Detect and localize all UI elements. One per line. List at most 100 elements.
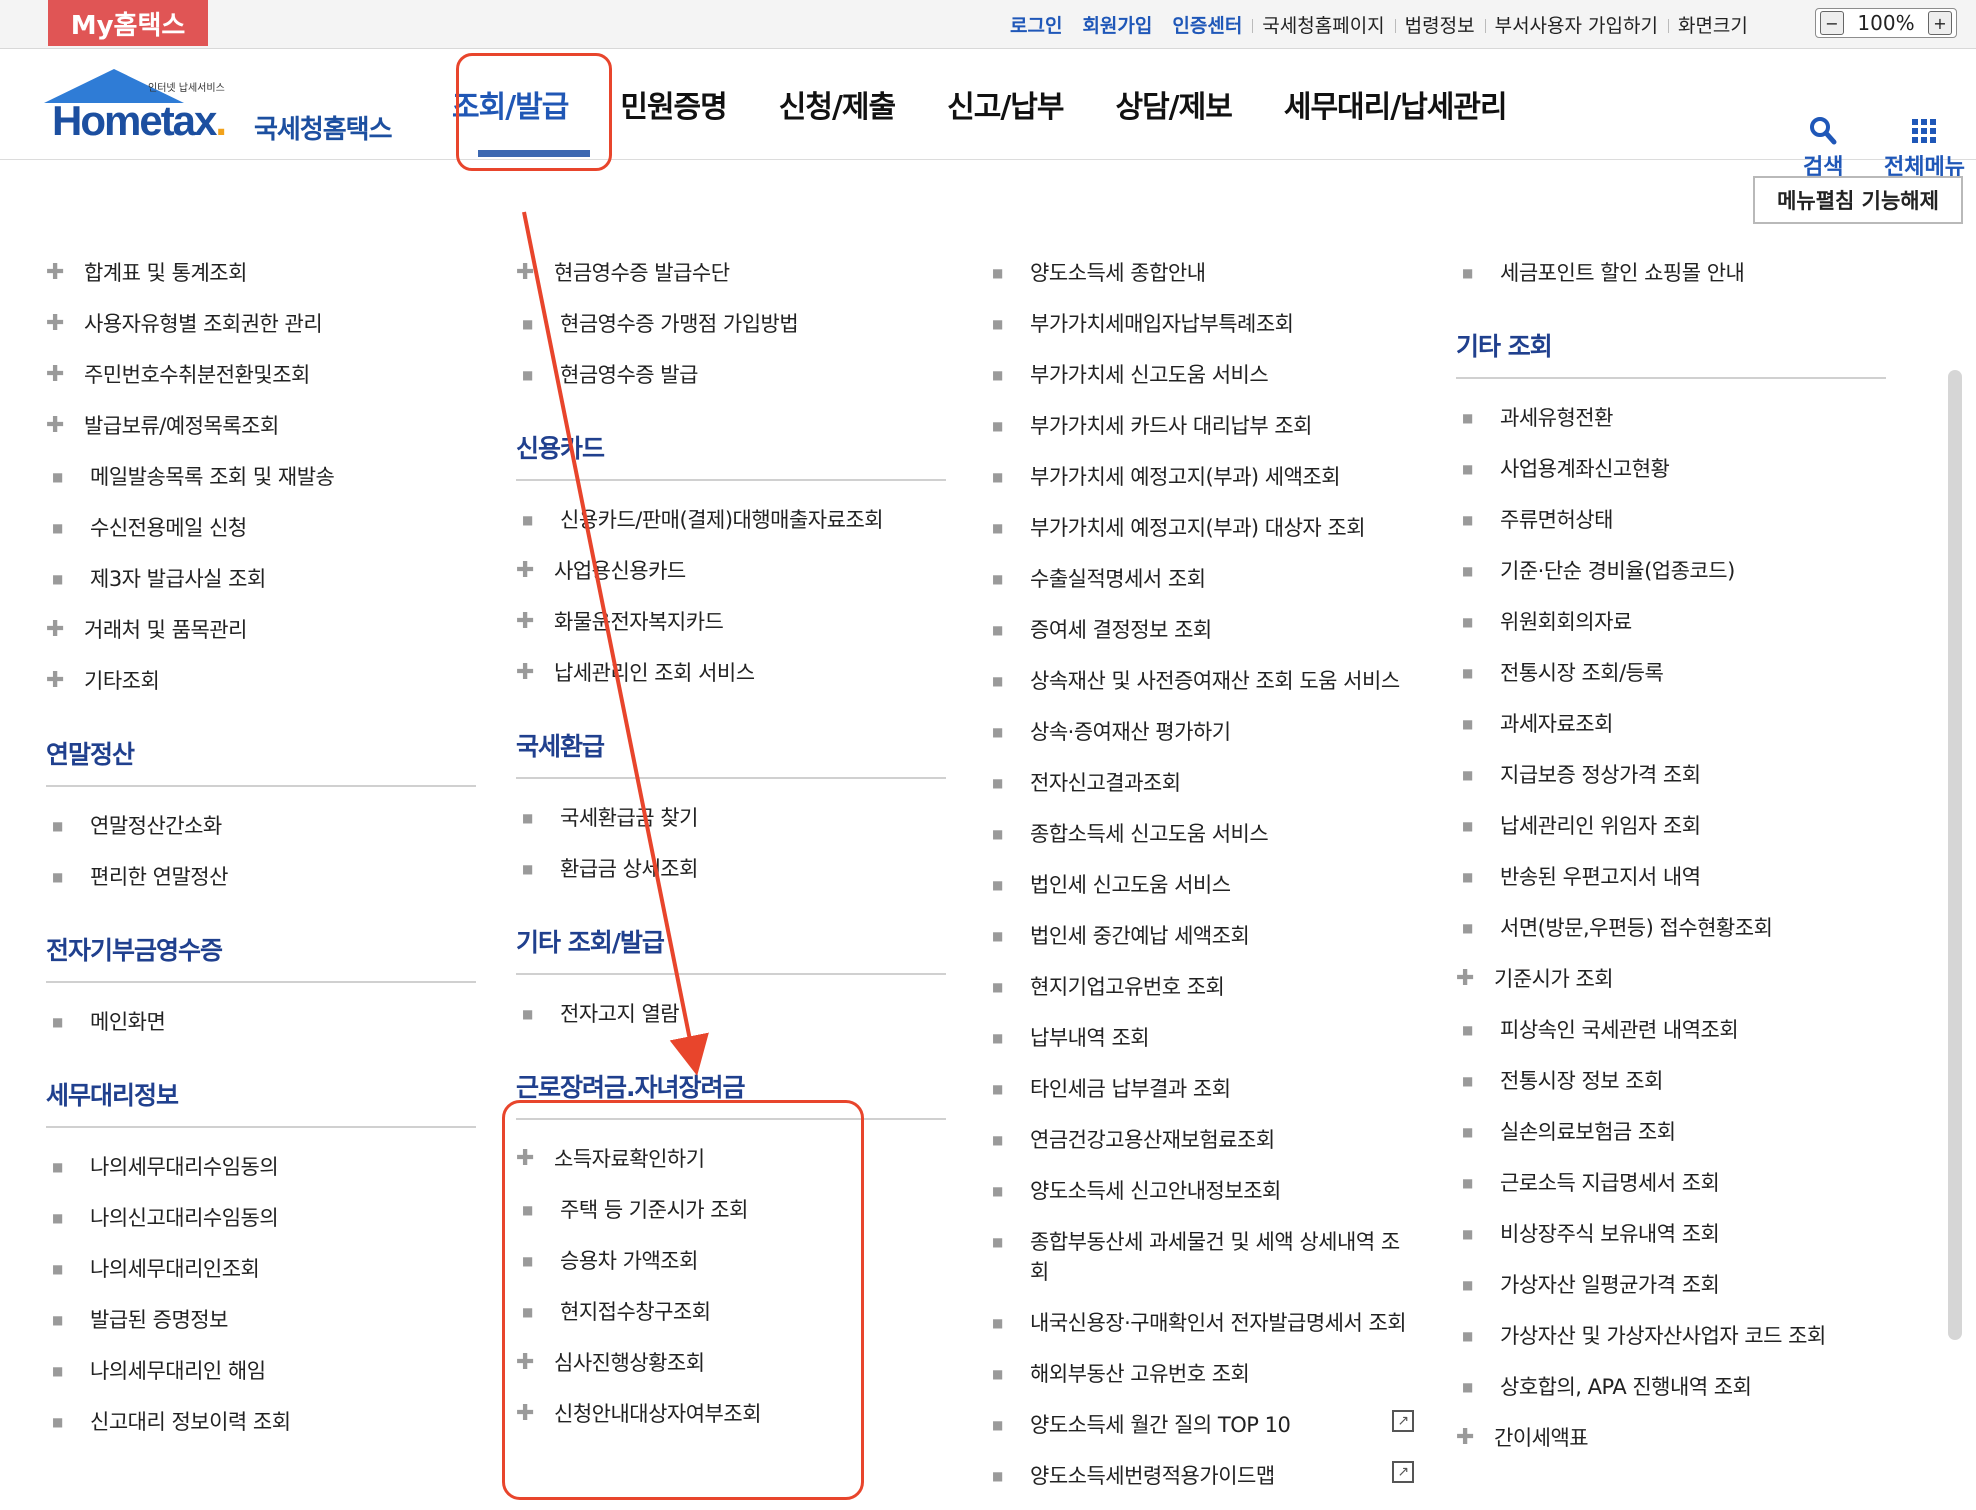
menu-item[interactable]: ■ 종합부동산세 과세물건 및 세액 상세내역 조회 <box>984 1227 1414 1287</box>
menu-item[interactable]: ■ 법인세 중간예납 세액조회 <box>984 921 1414 951</box>
menu-item[interactable]: ■ 부가가치세매입자납부특례조회 <box>984 309 1414 339</box>
top-link[interactable]: 회원가입 <box>1072 11 1162 38</box>
menu-item[interactable]: ✚ 기준시가 조회 <box>1454 964 1884 994</box>
menu-item[interactable]: ✚ 사업용신용카드 <box>514 556 944 586</box>
menu-item[interactable]: ■ 수신전용메일 신청 <box>44 513 474 543</box>
menu-item[interactable]: ■ 발급된 증명정보 <box>44 1305 474 1335</box>
menu-item[interactable]: ■ 상호합의, APA 진행내역 조회 <box>1454 1372 1884 1402</box>
menu-item[interactable]: ■ 현금영수증 발급 <box>514 360 944 390</box>
menu-item[interactable]: ■ 현금영수증 가맹점 가입방법 <box>514 309 944 339</box>
menu-item[interactable]: ■ 부가가치세 카드사 대리납부 조회 <box>984 411 1414 441</box>
menu-item[interactable]: ■ 나의세무대리인조회 <box>44 1254 474 1284</box>
menu-item[interactable]: ■ 실손의료보험금 조회 <box>1454 1117 1884 1147</box>
menu-item[interactable]: ✚ 간이세액표 <box>1454 1423 1884 1453</box>
nav-menu-item[interactable]: 민원증명 <box>620 82 727 126</box>
menu-item[interactable]: ✚ 화물운전자복지카드 <box>514 607 944 637</box>
top-link[interactable]: 법령정보 <box>1394 11 1485 38</box>
top-link[interactable]: 로그인 <box>1000 11 1072 38</box>
menu-item[interactable]: ■ 타인세금 납부결과 조회 <box>984 1074 1414 1104</box>
menu-item[interactable]: ■ 세금포인트 할인 쇼핑몰 안내 <box>1454 258 1884 288</box>
nav-menu-item[interactable]: 신청/제출 <box>779 82 896 126</box>
external-link-icon[interactable]: ↗ <box>1392 1461 1414 1483</box>
menu-item[interactable]: ✚ 사용자유형별 조회권한 관리 <box>44 309 474 339</box>
menu-item[interactable]: ■ 주류면허상태 <box>1454 505 1884 535</box>
menu-item[interactable]: ■ 위원회회의자료 <box>1454 607 1884 637</box>
menu-item[interactable]: ■ 연금건강고용산재보험료조회 <box>984 1125 1414 1155</box>
menu-item[interactable]: ■ 가상자산 일평균가격 조회 <box>1454 1270 1884 1300</box>
menu-item[interactable]: ■ 납세관리인 위임자 조회 <box>1454 811 1884 841</box>
menu-item[interactable]: ■ 기준·단순 경비율(업종코드) <box>1454 556 1884 586</box>
menu-item[interactable]: ■ 신용카드/판매(결제)대행매출자료조회 <box>514 505 944 535</box>
menu-item[interactable]: ■ 내국신용장·구매확인서 전자발급명세서 조회 <box>984 1308 1414 1338</box>
menu-item[interactable]: ■ 상속·증여재산 평가하기 <box>984 717 1414 747</box>
menu-item[interactable]: ■ 나의세무대리인 해임 <box>44 1356 474 1386</box>
menu-item[interactable]: ✚ 주민번호수취분전환및조회 <box>44 360 474 390</box>
zoom-in-button[interactable]: + <box>1928 11 1952 35</box>
menu-item[interactable]: ■ 나의신고대리수임동의 <box>44 1203 474 1233</box>
expand-plus-icon: ✚ <box>516 609 534 634</box>
menu-item[interactable]: ■ 편리한 연말정산 <box>44 862 474 892</box>
menu-item[interactable]: ■ 해외부동산 고유번호 조회 <box>984 1359 1414 1389</box>
menu-item[interactable]: ■ 피상속인 국세관련 내역조회 <box>1454 1015 1884 1045</box>
menu-item[interactable]: ✚ 거래처 및 품목관리 <box>44 615 474 645</box>
menu-item[interactable]: ■ 양도소득세 종합안내 <box>984 258 1414 288</box>
bullet-icon: ■ <box>1462 411 1473 425</box>
menu-item[interactable]: ■ 현지기업고유번호 조회 <box>984 972 1414 1002</box>
menu-item[interactable]: ✚ 납세관리인 조회 서비스 <box>514 658 944 688</box>
menu-item[interactable]: ■ 제3자 발급사실 조회 <box>44 564 474 594</box>
menu-item[interactable]: ✚ 합계표 및 통계조회 <box>44 258 474 288</box>
menu-item[interactable]: ■ 전통시장 정보 조회 <box>1454 1066 1884 1096</box>
top-link[interactable]: 부서사용자 가입하기 <box>1484 11 1668 38</box>
menu-item[interactable]: ■ 근로소득 지급명세서 조회 <box>1454 1168 1884 1198</box>
menu-item[interactable]: ■ 사업용계좌신고현황 <box>1454 454 1884 484</box>
nav-menu-item[interactable]: 상담/제보 <box>1115 82 1232 126</box>
menu-item[interactable]: ■ 반송된 우편고지서 내역 <box>1454 862 1884 892</box>
top-link[interactable]: 인증센터 <box>1162 11 1252 38</box>
hometax-logo[interactable]: 인터넷 납세서비스 Hometax. 국세청홈택스 <box>44 69 424 149</box>
external-link-icon[interactable]: ↗ <box>1392 1410 1414 1432</box>
all-menu-button[interactable]: 전체메뉴 <box>1884 113 1965 181</box>
menu-item[interactable]: ■ 증여세 결정정보 조회 <box>984 615 1414 645</box>
nav-menu-item[interactable]: 신고/납부 <box>947 82 1064 126</box>
menu-item[interactable]: ■ 양도소득세번령적용가이드맵 ↗ <box>984 1461 1414 1491</box>
menu-item[interactable]: ✚ 기타조회 <box>44 666 474 696</box>
zoom-out-button[interactable]: − <box>1820 11 1844 35</box>
menu-item[interactable]: ■ 서면(방문,우편등) 접수현황조회 <box>1454 913 1884 943</box>
my-hometax-button[interactable]: My홈택스 <box>48 0 208 46</box>
menu-item[interactable]: ■ 가상자산 및 가상자산사업자 코드 조회 <box>1454 1321 1884 1351</box>
menu-item[interactable]: ■ 수출실적명세서 조회 <box>984 564 1414 594</box>
menu-item[interactable]: ■ 전통시장 조회/등록 <box>1454 658 1884 688</box>
search-button[interactable]: 검색 <box>1803 113 1843 181</box>
menu-item[interactable]: ■ 연말정산간소화 <box>44 811 474 841</box>
menu-item[interactable]: ■ 법인세 신고도움 서비스 <box>984 870 1414 900</box>
top-link[interactable]: 국세청홈페이지 <box>1252 11 1394 38</box>
menu-item[interactable]: ■ 부가가치세 예정고지(부과) 대상자 조회 <box>984 513 1414 543</box>
menu-item[interactable]: ■ 양도소득세 신고안내정보조회 <box>984 1176 1414 1206</box>
menu-item[interactable]: ✚ 발급보류/예정목록조회 <box>44 411 474 441</box>
menu-item-label: 부가가치세매입자납부특례조회 <box>1030 312 1294 336</box>
top-link[interactable]: 화면크기 <box>1667 11 1758 38</box>
menu-item[interactable]: ■ 지급보증 정상가격 조회 <box>1454 760 1884 790</box>
menu-item[interactable]: ■ 부가가치세 신고도움 서비스 <box>984 360 1414 390</box>
menu-item[interactable]: ■ 종합소득세 신고도움 서비스 <box>984 819 1414 849</box>
menu-item[interactable]: ■ 환급금 상세조회 <box>514 854 944 884</box>
menu-item[interactable]: ■ 양도소득세 월간 질의 TOP 10 ↗ <box>984 1410 1414 1440</box>
menu-item[interactable]: ■ 납부내역 조회 <box>984 1023 1414 1053</box>
menu-item[interactable]: ■ 비상장주식 보유내역 조회 <box>1454 1219 1884 1249</box>
menu-item[interactable]: ■ 과세자료조회 <box>1454 709 1884 739</box>
menu-item[interactable]: ■ 나의세무대리수임동의 <box>44 1152 474 1182</box>
scrollbar-thumb[interactable] <box>1948 370 1962 1340</box>
menu-fold-toggle-button[interactable]: 메뉴펼침 기능해제 <box>1753 176 1963 224</box>
nav-menu-item[interactable]: 세무대리/납세관리 <box>1284 82 1508 126</box>
menu-item[interactable]: ■ 전자신고결과조회 <box>984 768 1414 798</box>
menu-item[interactable]: ✚ 현금영수증 발급수단 <box>514 258 944 288</box>
menu-item[interactable]: ■ 메인화면 <box>44 1007 474 1037</box>
menu-item[interactable]: ■ 신고대리 정보이력 조회 <box>44 1407 474 1437</box>
menu-item[interactable]: ■ 부가가치세 예정고지(부과) 세액조회 <box>984 462 1414 492</box>
bullet-icon: ■ <box>1462 1278 1473 1292</box>
menu-item[interactable]: ■ 과세유형전환 <box>1454 403 1884 433</box>
menu-item[interactable]: ■ 상속재산 및 사전증여재산 조회 도움 서비스 <box>984 666 1414 696</box>
menu-item[interactable]: ■ 국세환급금 찾기 <box>514 803 944 833</box>
menu-item[interactable]: ■ 전자고지 열람 <box>514 999 944 1029</box>
menu-item[interactable]: ■ 메일발송목록 조회 및 재발송 <box>44 462 474 492</box>
